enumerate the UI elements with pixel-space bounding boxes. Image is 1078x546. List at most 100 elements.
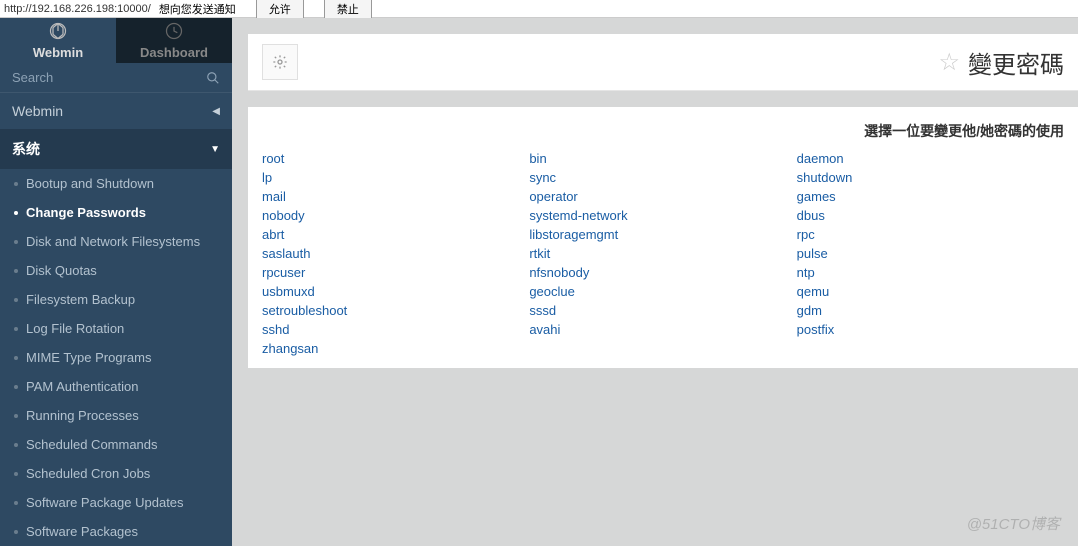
user-link-qemu[interactable]: qemu [797, 284, 830, 299]
user-link-avahi[interactable]: avahi [529, 322, 560, 337]
sidebar-item-label: Bootup and Shutdown [26, 176, 154, 191]
table-cell: qemu [797, 282, 1064, 301]
sidebar-item-software-packages[interactable]: Software Packages [0, 517, 232, 546]
user-table: root bin daemon lp sync shutdown mail operator g… [262, 149, 1064, 358]
user-link-rpcuser[interactable]: rpcuser [262, 265, 305, 280]
user-link-usbmuxd[interactable]: usbmuxd [262, 284, 315, 299]
tab-webmin[interactable]: Webmin [0, 18, 116, 63]
sidebar-item-scheduled-commands[interactable]: Scheduled Commands [0, 430, 232, 459]
user-link-abrt[interactable]: abrt [262, 227, 284, 242]
sidebar-item-mime-type-programs[interactable]: MIME Type Programs [0, 343, 232, 372]
user-link-games[interactable]: games [797, 189, 836, 204]
user-link-nfsnobody[interactable]: nfsnobody [529, 265, 589, 280]
table-cell: operator [529, 187, 796, 206]
table-row: root bin daemon [262, 149, 1064, 168]
nav-bullet-icon [14, 211, 18, 215]
nav-section-system[interactable]: 系统 ▼ [0, 129, 232, 169]
nav-section-webmin[interactable]: Webmin ◀ [0, 93, 232, 129]
sidebar-item-change-passwords[interactable]: Change Passwords [0, 198, 232, 227]
content-heading: 選擇一位要變更他/她密碼的使用 [262, 117, 1064, 145]
nav-section-label: 系统 [12, 139, 40, 159]
user-link-geoclue[interactable]: geoclue [529, 284, 575, 299]
table-row: sshd avahi postfix [262, 320, 1064, 339]
user-link-ntp[interactable]: ntp [797, 265, 815, 280]
user-link-zhangsan[interactable]: zhangsan [262, 341, 318, 356]
sidebar-item-disk-and-network-filesystems[interactable]: Disk and Network Filesystems [0, 227, 232, 256]
table-cell: dbus [797, 206, 1064, 225]
chevron-left-icon: ◀ [212, 106, 220, 117]
sidebar-item-scheduled-cron-jobs[interactable]: Scheduled Cron Jobs [0, 459, 232, 488]
user-link-rtkit[interactable]: rtkit [529, 246, 550, 261]
allow-button[interactable]: 允许 [256, 0, 304, 19]
sidebar-item-running-processes[interactable]: Running Processes [0, 401, 232, 430]
user-link-sshd[interactable]: sshd [262, 322, 289, 337]
sidebar-item-label: PAM Authentication [26, 379, 139, 394]
user-link-dbus[interactable]: dbus [797, 208, 825, 223]
search-input[interactable] [12, 70, 206, 85]
user-link-systemd-network[interactable]: systemd-network [529, 208, 627, 223]
block-button[interactable]: 禁止 [324, 0, 372, 19]
table-cell: avahi [529, 320, 796, 339]
table-row: setroubleshoot sssd gdm [262, 301, 1064, 320]
table-cell: bin [529, 149, 796, 168]
sidebar-item-bootup-and-shutdown[interactable]: Bootup and Shutdown [0, 169, 232, 198]
user-link-saslauth[interactable]: saslauth [262, 246, 310, 261]
table-cell: mail [262, 187, 529, 206]
sidebar-item-label: Disk and Network Filesystems [26, 234, 200, 249]
watermark: @51CTO博客 [967, 513, 1060, 534]
sidebar-item-label: Running Processes [26, 408, 139, 423]
user-link-pulse[interactable]: pulse [797, 246, 828, 261]
sidebar-item-log-file-rotation[interactable]: Log File Rotation [0, 314, 232, 343]
header-panel: ☆ 變更密碼 [248, 34, 1078, 91]
sidebar-item-label: Log File Rotation [26, 321, 124, 336]
search-icon[interactable] [206, 71, 220, 85]
table-row: usbmuxd geoclue qemu [262, 282, 1064, 301]
user-link-postfix[interactable]: postfix [797, 322, 835, 337]
table-cell: libstoragemgmt [529, 225, 796, 244]
table-row: abrt libstoragemgmt rpc [262, 225, 1064, 244]
table-cell: sync [529, 168, 796, 187]
user-link-gdm[interactable]: gdm [797, 303, 822, 318]
user-link-root[interactable]: root [262, 151, 284, 166]
sidebar-item-disk-quotas[interactable]: Disk Quotas [0, 256, 232, 285]
user-link-bin[interactable]: bin [529, 151, 546, 166]
table-cell: nobody [262, 206, 529, 225]
user-link-sync[interactable]: sync [529, 170, 556, 185]
table-cell: games [797, 187, 1064, 206]
table-cell: setroubleshoot [262, 301, 529, 320]
user-link-operator[interactable]: operator [529, 189, 577, 204]
sidebar-item-pam-authentication[interactable]: PAM Authentication [0, 372, 232, 401]
nav-section-label: Webmin [12, 103, 63, 119]
nav-bullet-icon [14, 298, 18, 302]
user-link-setroubleshoot[interactable]: setroubleshoot [262, 303, 347, 318]
star-icon[interactable]: ☆ [938, 48, 960, 77]
user-link-daemon[interactable]: daemon [797, 151, 844, 166]
user-link-lp[interactable]: lp [262, 170, 272, 185]
nav-bullet-icon [14, 472, 18, 476]
sidebar-item-label: Software Packages [26, 524, 138, 539]
table-cell: rpc [797, 225, 1064, 244]
page-title: 變更密碼 [968, 45, 1064, 80]
user-link-mail[interactable]: mail [262, 189, 286, 204]
tab-dashboard[interactable]: Dashboard [116, 18, 232, 63]
table-row: rpcuser nfsnobody ntp [262, 263, 1064, 282]
sidebar-item-software-package-updates[interactable]: Software Package Updates [0, 488, 232, 517]
table-row: saslauth rtkit pulse [262, 244, 1064, 263]
table-row: mail operator games [262, 187, 1064, 206]
user-link-rpc[interactable]: rpc [797, 227, 815, 242]
table-cell: geoclue [529, 282, 796, 301]
sidebar-item-label: Scheduled Commands [26, 437, 158, 452]
table-cell: usbmuxd [262, 282, 529, 301]
user-link-shutdown[interactable]: shutdown [797, 170, 853, 185]
prompt-text: 想向您发送通知 [159, 1, 236, 17]
nav-bullet-icon [14, 501, 18, 505]
nav-bullet-icon [14, 414, 18, 418]
table-cell: sssd [529, 301, 796, 320]
user-link-sssd[interactable]: sssd [529, 303, 556, 318]
main-content: ☆ 變更密碼 選擇一位要變更他/她密碼的使用 root bin daemon lp sy… [232, 18, 1078, 546]
sidebar-item-filesystem-backup[interactable]: Filesystem Backup [0, 285, 232, 314]
table-cell: rtkit [529, 244, 796, 263]
user-link-nobody[interactable]: nobody [262, 208, 305, 223]
user-link-libstoragemgmt[interactable]: libstoragemgmt [529, 227, 618, 242]
gear-button[interactable] [262, 44, 298, 80]
